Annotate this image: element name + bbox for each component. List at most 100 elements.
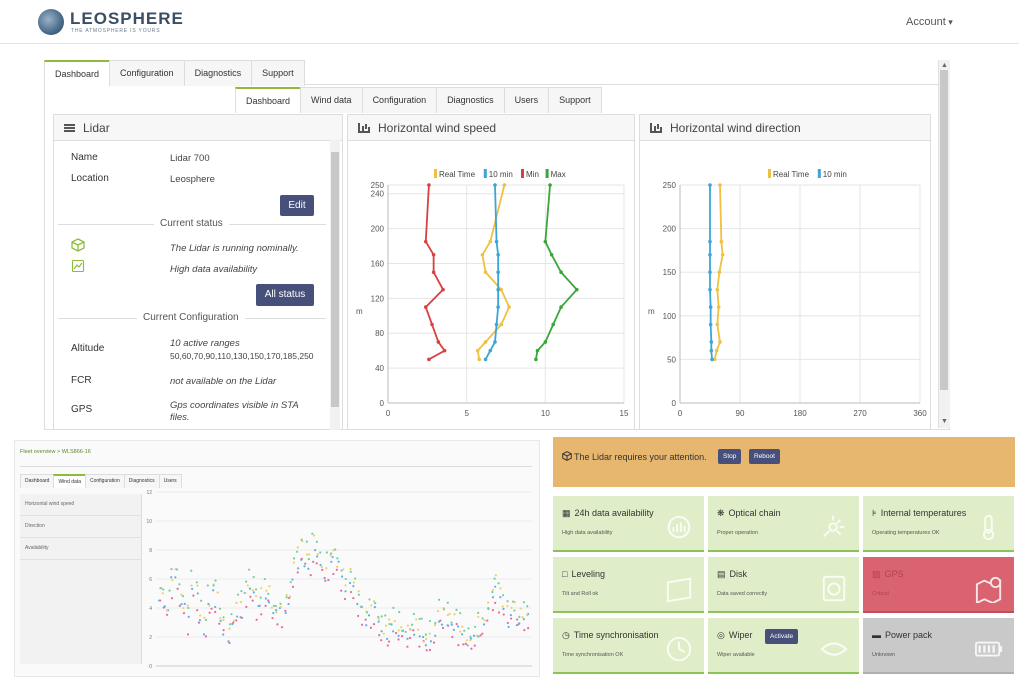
scatter-point [170, 568, 173, 571]
scatter-point [292, 561, 295, 564]
scatter-point [446, 613, 449, 617]
page-scroll-thumb[interactable] [940, 70, 948, 390]
scatter-point [373, 605, 377, 609]
wind-direction-panel-header: Horizontal wind direction [640, 115, 930, 141]
scatter-point [304, 562, 307, 565]
sidebar-item-availability[interactable]: Availability [20, 538, 141, 560]
status-tile-gps[interactable]: ▧ GPS Critical [863, 557, 1014, 613]
disk-icon [822, 575, 846, 602]
scatter-point [464, 642, 467, 645]
sidebar-item-direction[interactable]: Direction [20, 516, 141, 538]
tile-title-text: Wiper [728, 630, 753, 640]
scatter-point [204, 635, 207, 638]
tab-outer-dashboard[interactable]: Dashboard [44, 60, 111, 86]
scatter-point [408, 628, 412, 631]
scatter-point [297, 567, 300, 570]
edit-button[interactable]: Edit [280, 195, 314, 216]
scatter-point [502, 613, 505, 616]
sidebar-item-horizontal-wind-speed[interactable]: Horizontal wind speed [20, 494, 141, 516]
thermometer-icon: ⊧ [872, 508, 877, 518]
scatter-point [160, 587, 163, 590]
x-tick-label: 0 [386, 409, 391, 418]
scatter-point [394, 631, 398, 635]
all-status-button[interactable]: All status [256, 284, 314, 306]
scatter-point [329, 552, 333, 555]
tile-title-text: Power pack [885, 630, 933, 640]
legend-swatch [434, 169, 437, 178]
tab-small-configuration[interactable]: Configuration [84, 474, 125, 488]
reboot-button[interactable]: Reboot [749, 449, 780, 464]
status-tile-disk[interactable]: ▤ Disk Data saved correctly [708, 557, 859, 613]
legend-label: 10 min [489, 170, 513, 179]
scatter-point [218, 607, 222, 610]
scatter-point [349, 567, 352, 571]
data-point [483, 270, 488, 274]
lidar-scroll-thumb[interactable] [331, 152, 339, 407]
status-tile-optical-chain[interactable]: ❋ Optical chain Proper operation [708, 496, 859, 552]
scatter-point [501, 605, 504, 608]
tab-users[interactable]: Users [503, 87, 550, 113]
scatter-point [181, 595, 185, 598]
scatter-point [404, 630, 407, 634]
tab-small-dashboard[interactable]: Dashboard [20, 474, 55, 488]
status-tile-power-pack[interactable]: ▬ Power pack Unknown [863, 618, 1014, 674]
scatter-point [349, 581, 352, 585]
status-tile-24h-data-availability[interactable]: ▦ 24h data availability High data availabi… [553, 496, 704, 552]
scatter-point [210, 607, 213, 610]
status-tile-leveling[interactable]: □ Leveling Tilt and Roll ok [553, 557, 704, 613]
legend-label: Min [526, 170, 539, 179]
tile-status-text: Operating temperatures OK [872, 530, 940, 536]
stop-button[interactable]: Stop [718, 449, 742, 464]
legend-label: Max [551, 170, 566, 179]
scatter-point [433, 624, 437, 627]
tab-dashboard[interactable]: Dashboard [235, 87, 302, 113]
scatter-point [265, 589, 268, 592]
tab-small-wind-data[interactable]: Wind data [53, 474, 86, 488]
wind-direction-panel: Horizontal wind direction 0 90 180 270 360 0 5… [639, 114, 931, 430]
scatter-point [487, 601, 490, 604]
scatter-point [352, 596, 355, 600]
scatter-point [518, 622, 521, 625]
scatter-point [175, 568, 179, 571]
tab-configuration[interactable]: Configuration [361, 87, 438, 113]
status-tile-time-synchronisation[interactable]: ◷ Time synchronisation Time synchronisatio… [553, 618, 704, 674]
scatter-point [357, 593, 360, 596]
activate-button[interactable]: Activate [765, 629, 799, 644]
tab-outer-diagnostics[interactable]: Diagnostics [183, 60, 253, 86]
data-point [715, 322, 720, 327]
bar-chart-icon [650, 122, 662, 133]
scatter-point [469, 639, 472, 642]
scroll-up-icon[interactable]: ▲ [941, 62, 948, 69]
status-tile-wiper[interactable]: ◎ Wiper Wiper available Activate [708, 618, 859, 674]
scatter-point [432, 641, 436, 644]
scatter-point [165, 613, 169, 616]
scatter-point [406, 645, 409, 648]
status-tile-internal-temperatures[interactable]: ⊧ Internal temperatures Operating temperat… [863, 496, 1014, 552]
scatter-point [472, 634, 476, 637]
y-tick-label: 200 [663, 225, 677, 234]
tab-support[interactable]: Support [548, 87, 602, 113]
account-menu[interactable]: Account [906, 16, 953, 28]
scatter-point [222, 616, 225, 619]
tab-outer-configuration[interactable]: Configuration [109, 60, 185, 86]
tile-status-text: Critical [872, 591, 889, 597]
scatter-point [516, 618, 519, 621]
scatter-point [212, 589, 215, 592]
scatter-point [436, 610, 440, 613]
scatter-point [527, 627, 530, 630]
y-tick-label: 200 [371, 225, 385, 234]
tab-diagnostics[interactable]: Diagnostics [436, 87, 505, 113]
scatter-point [386, 644, 389, 647]
tile-status-text: High data availability [562, 530, 613, 536]
scroll-down-icon[interactable]: ▼ [941, 418, 948, 425]
scatter-point [195, 581, 198, 584]
breadcrumb[interactable]: Fleet overview > WLS866-16 [20, 449, 91, 455]
scatter-point [274, 608, 278, 612]
y-axis-label: m [356, 307, 363, 316]
scatter-point [469, 635, 472, 638]
y-tick-label: 150 [663, 268, 677, 277]
tab-wind-data[interactable]: Wind data [300, 87, 363, 113]
scatter-point [509, 617, 513, 620]
tab-outer-support[interactable]: Support [251, 60, 305, 86]
data-point [708, 305, 713, 309]
